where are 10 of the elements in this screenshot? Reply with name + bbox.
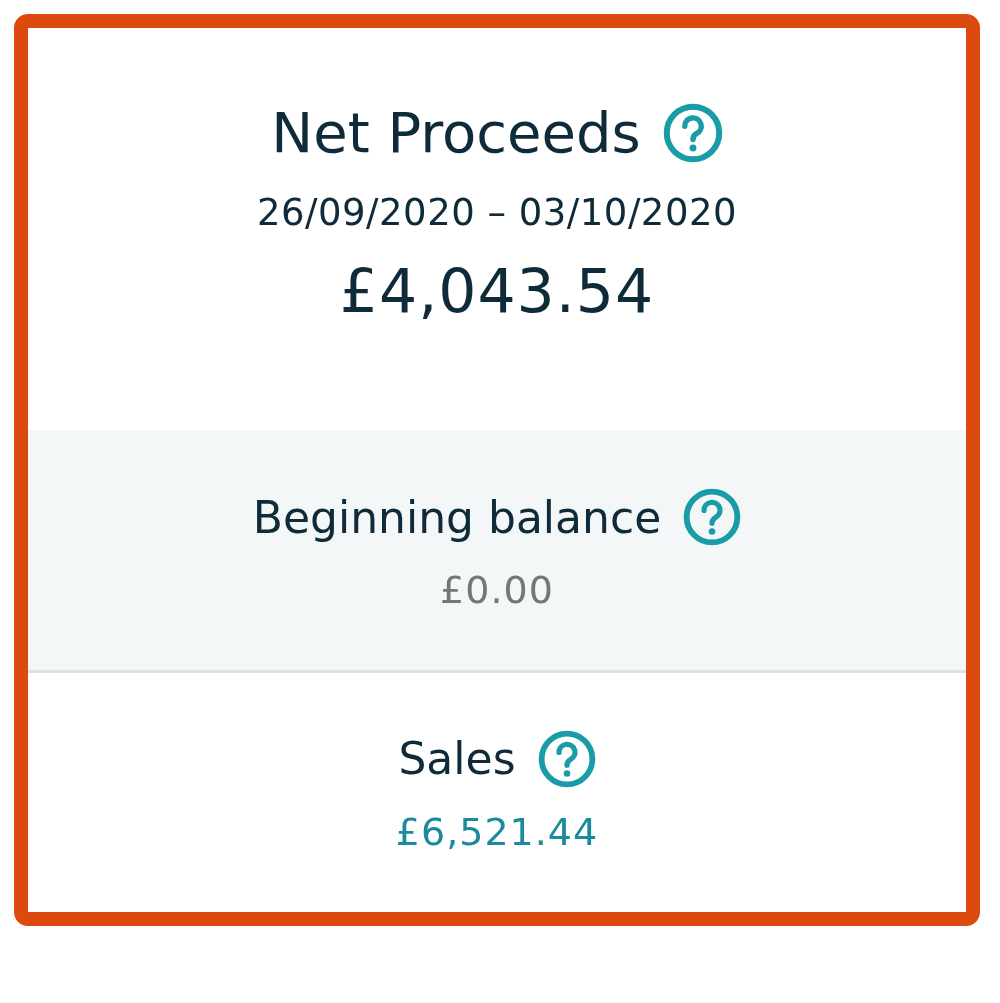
section-label: Sales [398,733,516,784]
amount-link[interactable]: £6,521.44 [395,809,599,854]
help-icon[interactable] [662,102,723,163]
net-amount: £4,043.54 [339,256,655,326]
help-icon[interactable] [683,488,742,546]
date-range: 26/09/2020 – 03/10/2020 [256,191,737,234]
card-title: Net Proceeds [271,100,641,165]
help-icon[interactable] [537,729,596,788]
amount-value: £0.00 [440,568,554,612]
section-label: Beginning balance [252,491,662,543]
